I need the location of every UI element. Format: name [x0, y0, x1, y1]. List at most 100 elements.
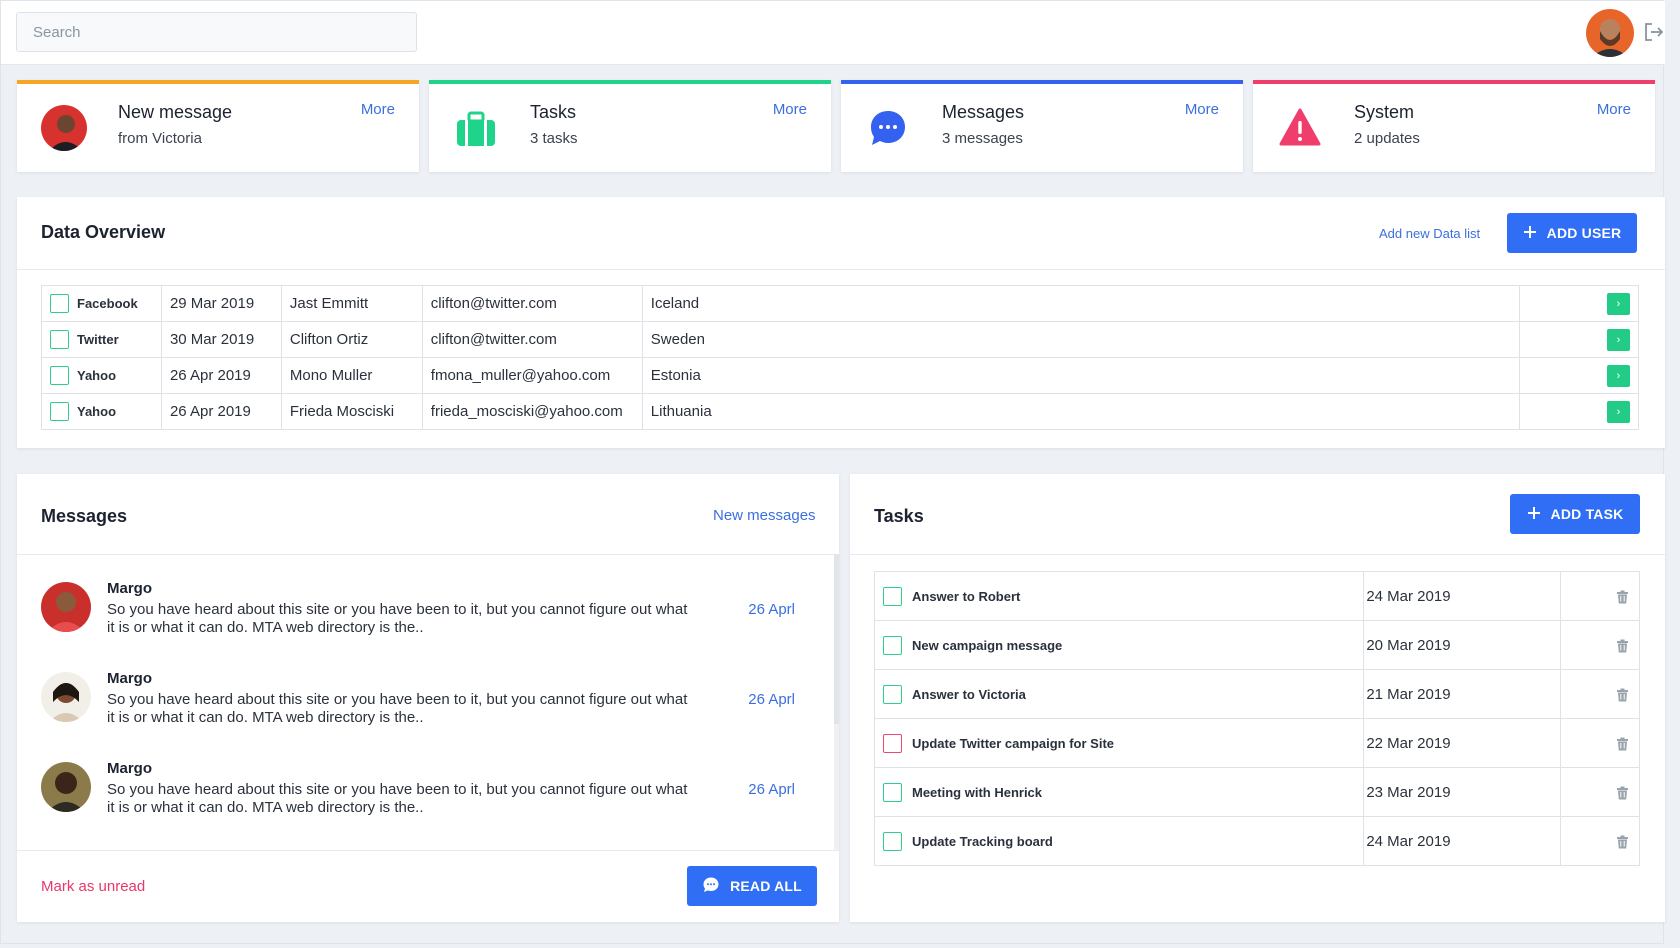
stat-title: System: [1354, 102, 1415, 122]
stat-more-link[interactable]: More: [1597, 101, 1631, 118]
task-date: 23 Mar 2019: [1363, 767, 1562, 817]
task-label: Update Tracking board: [912, 833, 1053, 849]
action-cell: ›: [1519, 357, 1639, 394]
trash-icon[interactable]: [1616, 786, 1629, 800]
trash-icon[interactable]: [1616, 737, 1629, 751]
message-item[interactable]: Margo So you have heard about this site …: [41, 574, 821, 636]
task-cell: Meeting with Henrick: [873, 767, 1365, 817]
row-checkbox[interactable]: [50, 402, 69, 421]
source-label: Twitter: [77, 332, 119, 347]
mark-as-unread-link[interactable]: Mark as unread: [41, 878, 145, 895]
country-cell: Estonia: [641, 357, 1521, 394]
country-cell: Lithuania: [641, 393, 1521, 430]
row-checkbox[interactable]: [50, 330, 69, 349]
add-task-label: ADD TASK: [1550, 506, 1624, 522]
email-cell: fmona_muller@yahoo.com: [421, 357, 643, 394]
stat-more-link[interactable]: More: [1185, 101, 1219, 118]
messages-title: Messages: [41, 506, 128, 526]
task-action-cell: [1560, 816, 1640, 866]
message-preview: So you have heard about this site or you…: [107, 781, 688, 816]
row-open-button[interactable]: ›: [1607, 328, 1630, 351]
row-open-button[interactable]: ›: [1607, 292, 1630, 315]
add-data-list-link[interactable]: Add new Data list: [1379, 226, 1480, 241]
message-date: 26 Aprl: [748, 601, 795, 618]
date-cell: 29 Mar 2019: [160, 285, 282, 322]
message-item[interactable]: Margo So you have heard about this site …: [41, 664, 821, 726]
task-checkbox[interactable]: [883, 586, 902, 606]
message-avatar: [41, 672, 91, 722]
email-cell: frieda_mosciski@yahoo.com: [421, 393, 643, 430]
trash-icon[interactable]: [1616, 835, 1629, 849]
section-divider: [17, 850, 839, 851]
source-cell: Yahoo: [41, 393, 162, 430]
add-task-button[interactable]: ADD TASK: [1510, 494, 1640, 534]
date-cell: 26 Apr 2019: [160, 393, 282, 430]
task-row: New campaign message 20 Mar 2019: [873, 620, 1640, 670]
row-open-button[interactable]: ›: [1607, 364, 1630, 387]
trash-icon[interactable]: [1616, 688, 1629, 702]
row-checkbox[interactable]: [50, 366, 69, 385]
message-sender: Margo: [107, 760, 152, 777]
stat-title: New message: [118, 102, 233, 122]
stat-card-tasks: Tasks 3 tasks More: [429, 80, 831, 172]
table-row: Facebook 29 Mar 2019 Jast Emmitt clifton@tw…: [41, 285, 1639, 322]
new-messages-link[interactable]: New messages: [713, 507, 816, 524]
table-row: Yahoo 26 Apr 2019 Frieda Mosciski frieda_mo…: [41, 393, 1639, 430]
message-item[interactable]: Margo So you have heard about this site …: [41, 754, 821, 816]
table-row: Yahoo 26 Apr 2019 Mono Muller fmona_muller@…: [41, 357, 1639, 394]
sender-avatar: [41, 105, 87, 151]
briefcase-icon: [453, 105, 499, 151]
source-label: Yahoo: [77, 368, 117, 383]
task-checkbox[interactable]: [883, 733, 902, 753]
task-row: Answer to Robert 24 Mar 2019: [873, 571, 1640, 621]
message-date: 26 Aprl: [748, 781, 795, 798]
logout-icon[interactable]: [1643, 21, 1665, 43]
task-date: 22 Mar 2019: [1363, 718, 1562, 768]
country-cell: Iceland: [641, 285, 1521, 322]
row-open-button[interactable]: ›: [1607, 400, 1630, 423]
stat-accent-bar: [841, 80, 1243, 84]
add-user-button[interactable]: ADD USER: [1507, 213, 1637, 253]
task-label: Answer to Victoria: [912, 686, 1026, 702]
name-cell: Clifton Ortiz: [280, 321, 423, 358]
user-avatar[interactable]: [1586, 9, 1634, 57]
messages-scrollbar-thumb[interactable]: [834, 554, 839, 724]
stat-accent-bar: [1253, 80, 1655, 84]
chat-bubble-icon: [865, 105, 911, 151]
trash-icon[interactable]: [1616, 639, 1629, 653]
name-cell: Mono Muller: [280, 357, 423, 394]
stat-more-link[interactable]: More: [361, 101, 395, 118]
action-cell: ›: [1519, 321, 1639, 358]
stat-more-link[interactable]: More: [773, 101, 807, 118]
stat-card-new-message: New message from Victoria More: [17, 80, 419, 172]
task-cell: Answer to Robert: [873, 571, 1365, 621]
add-user-label: ADD USER: [1546, 225, 1622, 241]
stat-accent-bar: [17, 80, 419, 84]
task-checkbox[interactable]: [883, 782, 902, 802]
search-input[interactable]: [16, 12, 417, 52]
task-label: Update Twitter campaign for Site: [912, 735, 1115, 751]
task-cell: Update Twitter campaign for Site: [873, 718, 1365, 768]
tasks-card: Tasks ADD TASK Answer to Robert 24 Mar 20…: [850, 474, 1665, 922]
warning-icon: [1277, 105, 1323, 151]
stat-subtitle: from Victoria: [118, 130, 202, 147]
message-preview: So you have heard about this site or you…: [107, 601, 688, 636]
app-frame: New message from Victoria More Tasks 3 t…: [0, 0, 1665, 944]
message-sender: Margo: [107, 670, 152, 687]
chat-bubble-icon: [702, 876, 720, 897]
section-divider: [17, 554, 839, 555]
message-sender: Margo: [107, 580, 152, 597]
name-cell: Jast Emmitt: [280, 285, 423, 322]
stat-accent-bar: [429, 80, 831, 84]
row-checkbox[interactable]: [50, 294, 69, 313]
task-checkbox[interactable]: [883, 684, 902, 704]
trash-icon[interactable]: [1616, 590, 1629, 604]
task-checkbox[interactable]: [883, 831, 902, 851]
date-cell: 26 Apr 2019: [160, 357, 282, 394]
data-overview-title: Data Overview: [41, 222, 166, 242]
task-label: New campaign message: [912, 637, 1063, 653]
task-action-cell: [1560, 718, 1640, 768]
section-divider: [850, 554, 1665, 555]
read-all-button[interactable]: READ ALL: [687, 866, 817, 906]
task-checkbox[interactable]: [883, 635, 902, 655]
